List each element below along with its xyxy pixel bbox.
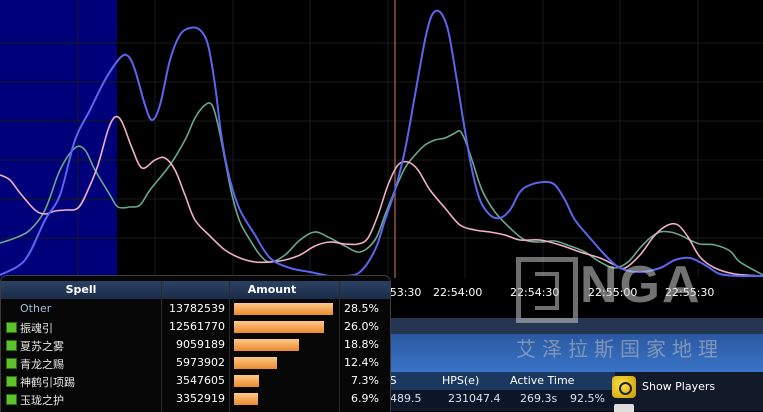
spell-percent: 6.9% xyxy=(351,392,379,405)
spell-percent: 28.5% xyxy=(344,302,379,315)
spell-amount: 12561770 xyxy=(169,320,225,333)
spell-row[interactable]: 振魂引 12561770 26.0% xyxy=(1,318,390,336)
spell-name: 夏苏之雾 xyxy=(20,340,64,353)
green-square-icon xyxy=(6,394,17,405)
green-square-icon xyxy=(6,322,17,333)
stats-hps-e-value: 231047.4 xyxy=(448,392,501,405)
stats-active-pct-value: 92.5% xyxy=(570,392,605,405)
spell-row[interactable]: 神鹤引项踢 3547605 7.3% xyxy=(1,372,390,390)
spell-name: 玉珑之护 xyxy=(20,394,64,407)
stats-active-time-value: 269.3s xyxy=(520,392,558,405)
spell-percent: 7.3% xyxy=(351,374,379,387)
amount-column-header[interactable]: Amount xyxy=(162,283,382,296)
spell-name: 青龙之赐 xyxy=(20,358,64,371)
stats-header-active-time[interactable]: Active Time xyxy=(510,374,574,387)
spell-amount: 13782539 xyxy=(169,302,225,315)
spell-percent: 12.4% xyxy=(344,356,379,369)
spell-amount: 3547605 xyxy=(176,374,225,387)
spell-name: 神鹤引项踢 xyxy=(20,376,75,389)
spell-row[interactable]: 青龙之赐 5973902 12.4% xyxy=(1,354,390,372)
spell-percent: 18.8% xyxy=(344,338,379,351)
spell-amount: 9059189 xyxy=(176,338,225,351)
spell-breakdown-panel: Spell Amount Other 13782539 28.5% 振魂引 12… xyxy=(0,275,391,412)
spell-amount: 3352919 xyxy=(176,392,225,405)
spell-amount-bar xyxy=(234,375,259,387)
green-square-icon xyxy=(6,340,17,351)
spell-amount-bar xyxy=(234,321,324,333)
nga-watermark: NGA 艾泽拉斯国家地理 xyxy=(512,255,740,375)
spell-amount-bar xyxy=(234,303,333,315)
spell-name: 振魂引 xyxy=(20,322,53,335)
watermark-title: NGA xyxy=(580,256,702,314)
spell-row[interactable]: 夏苏之雾 9059189 18.8% xyxy=(1,336,390,354)
stats-header-hps-e[interactable]: HPS(e) xyxy=(442,374,479,387)
nga-logo-icon xyxy=(516,257,578,323)
spell-name: Other xyxy=(20,302,52,315)
spell-amount: 5973902 xyxy=(176,356,225,369)
green-square-icon xyxy=(6,358,17,369)
watermark-subtitle: 艾泽拉斯国家地理 xyxy=(516,337,724,361)
green-square-icon xyxy=(6,376,17,387)
show-players-label[interactable]: Show Players xyxy=(642,380,715,393)
spell-amount-bar xyxy=(234,339,299,351)
stats-row[interactable]: 0489.5 231047.4 269.3s 92.5% xyxy=(380,390,615,408)
spell-amount-bar xyxy=(234,393,258,405)
yellow-players-icon[interactable] xyxy=(612,376,636,398)
spell-amount-bar xyxy=(234,357,277,369)
time-label: 22:54:00 xyxy=(433,286,483,299)
spell-column-header[interactable]: Spell xyxy=(1,283,161,296)
spell-row[interactable]: Other 13782539 28.5% xyxy=(1,300,390,318)
healing-graph[interactable] xyxy=(0,0,763,278)
spell-percent: 26.0% xyxy=(344,320,379,333)
spell-row[interactable]: 玉珑之护 3352919 6.9% xyxy=(1,390,390,408)
spell-table-header: Spell Amount xyxy=(1,281,390,299)
